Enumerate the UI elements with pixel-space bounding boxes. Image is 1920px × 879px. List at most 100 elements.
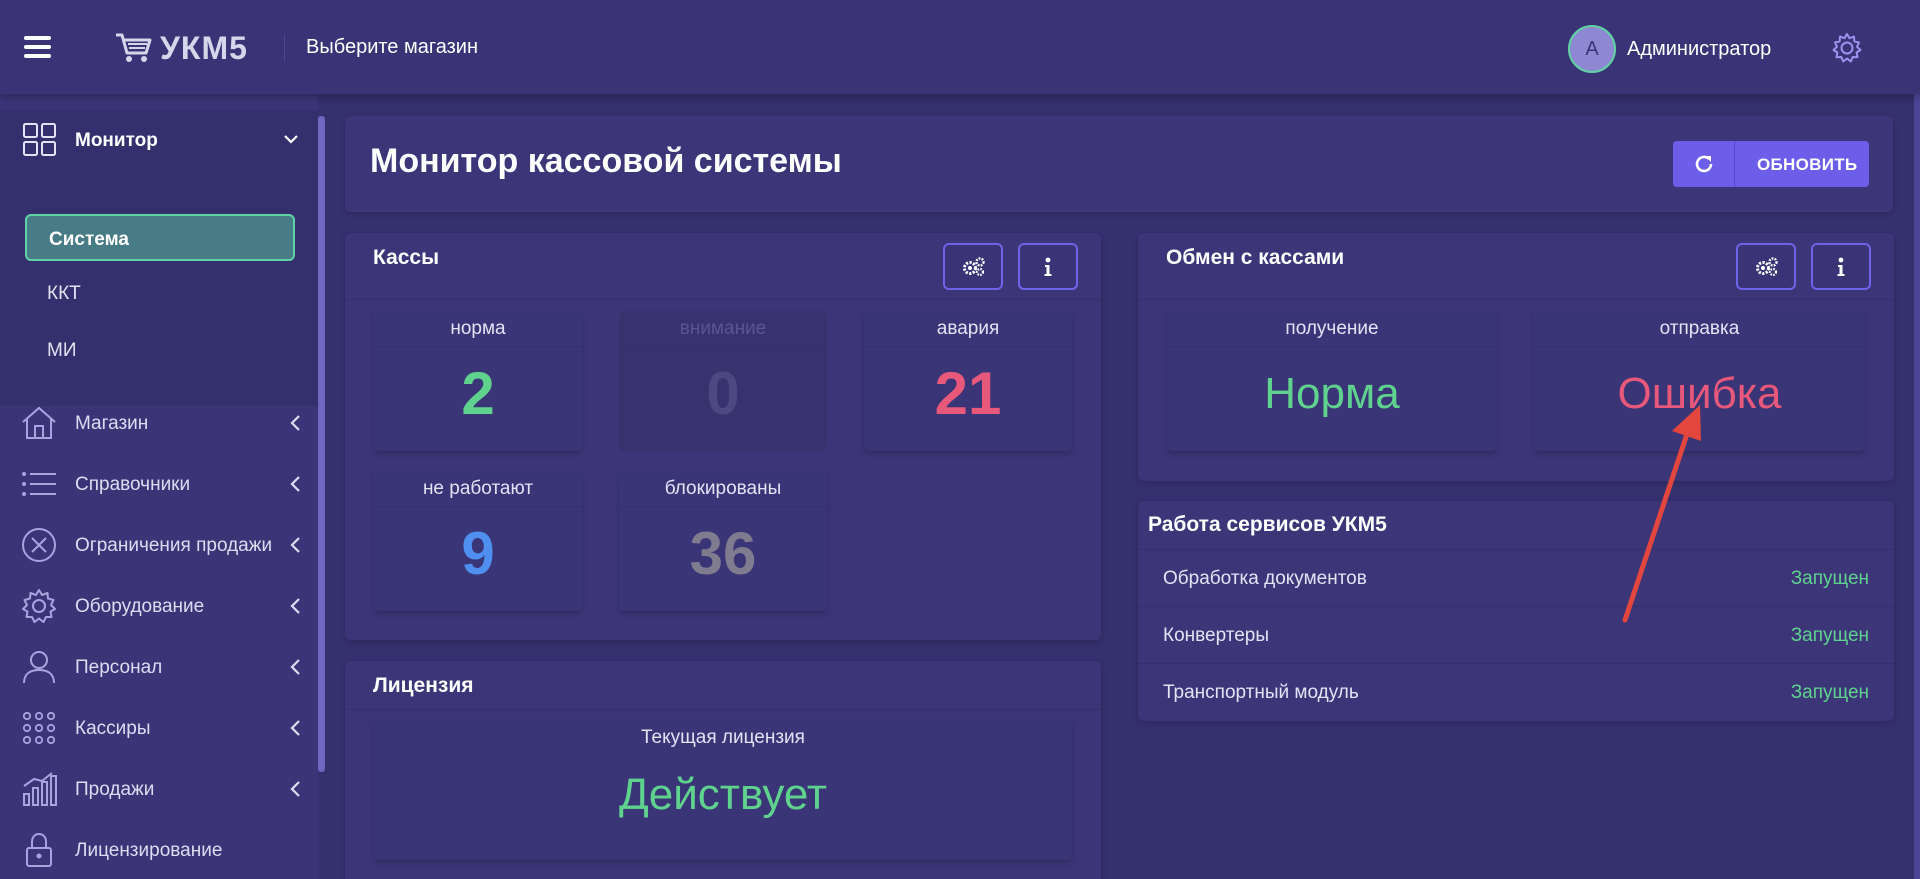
settings-gear-icon[interactable] xyxy=(1831,32,1863,64)
chart-icon xyxy=(23,772,57,806)
sidebar-group-monitor: Монитор Система ККТ МИ xyxy=(0,110,318,406)
info-icon xyxy=(1044,257,1052,276)
chevron-left-icon xyxy=(290,781,300,797)
sidebar-item-staff[interactable]: Персонал xyxy=(0,637,318,697)
chevron-left-icon xyxy=(290,537,300,553)
receive-status: Норма xyxy=(1264,369,1400,418)
gears-icon xyxy=(963,256,985,276)
license-current-label: Текущая лицензия xyxy=(641,727,805,748)
cart-icon xyxy=(116,33,152,62)
sidebar-subitem-label: Система xyxy=(49,229,129,250)
refresh-icon xyxy=(1695,155,1713,173)
list-icon xyxy=(22,472,56,496)
license-title: Лицензия xyxy=(373,674,474,697)
tile-label: внимание xyxy=(619,311,827,347)
gears-icon xyxy=(1756,256,1778,276)
tile-value: 0 xyxy=(706,360,740,427)
sidebar-item-sales[interactable]: Продажи xyxy=(0,759,318,819)
tile-alarm: авария 21 xyxy=(864,311,1072,451)
service-status: Запущен xyxy=(1790,625,1869,646)
sidebar-item-label: Справочники xyxy=(75,474,191,495)
tile-label: блокированы xyxy=(619,471,827,507)
tile-value: 21 xyxy=(934,360,1002,427)
sidebar-item-label: Ограничения продажи xyxy=(75,535,273,556)
tile-normal: норма 2 xyxy=(374,311,582,451)
logo[interactable]: УКМ5 xyxy=(114,28,248,68)
page-scrollbar[interactable] xyxy=(1914,94,1920,879)
services-card: Работа сервисов УКМ5 Обработка документо… xyxy=(1138,501,1894,721)
person-icon xyxy=(23,651,55,684)
sidebar-item-label: Оборудование xyxy=(75,596,205,617)
refresh-label: ОБНОВИТЬ xyxy=(1757,155,1858,174)
sidebar-subitem-label: ККТ xyxy=(47,283,81,304)
tile-not-working: не работают 9 xyxy=(374,471,582,611)
sidebar-subitem-kkt[interactable]: ККТ xyxy=(25,270,295,317)
registers-card: Кассы норма 2 внимание 0 авария 21 не ра… xyxy=(345,233,1101,640)
sidebar-item-sale-restrictions[interactable]: Ограничения продажи xyxy=(0,515,318,575)
avatar[interactable]: А xyxy=(1568,25,1616,73)
card-divider xyxy=(345,299,1101,300)
menu-hamburger-icon[interactable] xyxy=(24,36,51,58)
sidebar-item-cashiers[interactable]: Кассиры xyxy=(0,698,318,758)
services-title: Работа сервисов УКМ5 xyxy=(1148,513,1387,536)
tile-value: 36 xyxy=(689,520,757,587)
page-header-card: Монитор кассовой системы xyxy=(345,116,1893,212)
service-status: Запущен xyxy=(1790,568,1869,589)
sidebar-item-licensing[interactable]: Лицензирование xyxy=(0,820,318,879)
sidebar: Монитор Система ККТ МИ Магазин Справочни… xyxy=(0,94,318,879)
service-status: Запущен xyxy=(1790,682,1869,703)
chevron-left-icon xyxy=(290,598,300,614)
receive-label: получение xyxy=(1167,311,1497,347)
chevron-left-icon xyxy=(290,415,300,431)
restriction-icon xyxy=(22,528,56,562)
info-icon xyxy=(1837,257,1845,276)
tile-blocked: блокированы 36 xyxy=(619,471,827,611)
username[interactable]: Администратор xyxy=(1627,38,1771,61)
license-status: Действует xyxy=(618,770,828,819)
sidebar-subitem-label: МИ xyxy=(47,340,77,361)
registers-info-button[interactable] xyxy=(1018,243,1078,290)
grid-dots-icon xyxy=(22,711,56,745)
exchange-settings-button[interactable] xyxy=(1736,243,1796,290)
sidebar-item-store[interactable]: Магазин xyxy=(0,393,318,453)
tile-value: 9 xyxy=(461,520,495,587)
chevron-down-icon xyxy=(284,135,298,144)
exchange-info-button[interactable] xyxy=(1811,243,1871,290)
chevron-left-icon xyxy=(290,720,300,736)
store-icon xyxy=(22,406,56,439)
gear-icon xyxy=(22,589,56,623)
sidebar-subitem-mi[interactable]: МИ xyxy=(25,327,295,374)
sidebar-subitem-system[interactable]: Система xyxy=(25,214,295,261)
tile-label: не работают xyxy=(374,471,582,507)
service-name: Транспортный модуль xyxy=(1163,682,1359,703)
dashboard-icon xyxy=(23,123,56,156)
lock-icon xyxy=(26,832,52,867)
sidebar-item-label: Продажи xyxy=(75,779,155,800)
registers-title: Кассы xyxy=(373,246,440,269)
sidebar-item-directories[interactable]: Справочники xyxy=(0,454,318,514)
sidebar-item-label: Монитор xyxy=(75,130,158,151)
refresh-button[interactable]: ОБНОВИТЬ xyxy=(1673,141,1869,187)
chevron-left-icon xyxy=(290,476,300,492)
sidebar-item-label: Магазин xyxy=(75,413,149,434)
tile-label: норма xyxy=(374,311,582,347)
chevron-left-icon xyxy=(290,659,300,675)
exchange-title: Обмен с кассами xyxy=(1166,246,1345,269)
service-row: Транспортный модуль Запущен xyxy=(1138,663,1894,720)
card-divider xyxy=(345,709,1101,710)
service-name: Обработка документов xyxy=(1163,568,1367,589)
tile-label: авария xyxy=(864,311,1072,347)
service-row: Конвертеры Запущен xyxy=(1138,606,1894,663)
page-title: Монитор кассовой системы xyxy=(370,142,842,180)
sidebar-item-monitor[interactable]: Монитор xyxy=(0,110,318,170)
store-selector[interactable]: Выберите магазин xyxy=(306,36,478,59)
sidebar-item-equipment[interactable]: Оборудование xyxy=(0,576,318,636)
service-name: Конвертеры xyxy=(1163,625,1270,646)
registers-settings-button[interactable] xyxy=(943,243,1003,290)
refresh-icon-box xyxy=(1673,141,1735,187)
logo-text: УКМ5 xyxy=(160,29,248,66)
send-status: Ошибка xyxy=(1617,369,1782,418)
receive-tile: получение Норма xyxy=(1167,311,1497,451)
sidebar-item-label: Кассиры xyxy=(75,718,151,739)
sidebar-scrollbar[interactable] xyxy=(318,116,325,772)
